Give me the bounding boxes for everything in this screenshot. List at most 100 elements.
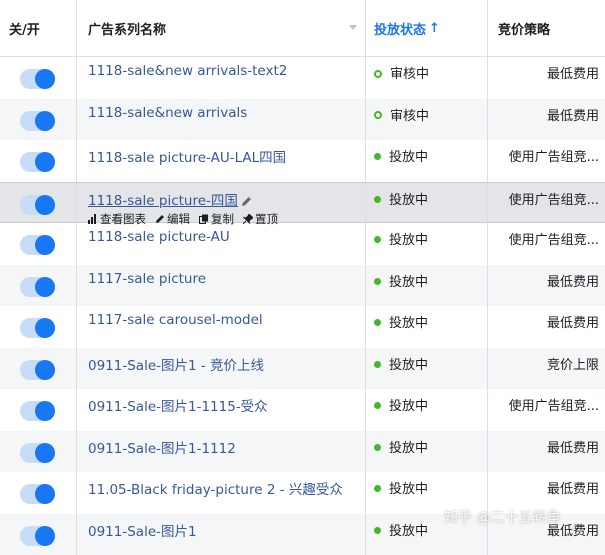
campaign-name-cell: 0911-Sale-图片1 - 竞价上线 [77,348,366,390]
bid-strategy-label: 最低费用 [547,441,599,456]
campaign-name-link[interactable]: 1118-sale&new arrivals-text2 [88,63,287,79]
campaign-name-link[interactable]: 1117-sale picture [88,271,206,287]
status-cell: 投放中 [366,223,488,265]
campaign-name-link[interactable]: 0911-Sale-图片1-1115-受众 [88,399,268,415]
bid-strategy-cell: 使用广告组竞... [488,223,605,265]
campaign-toggle[interactable] [20,69,55,89]
bid-strategy-label: 竞价上限 [547,358,599,373]
copy-icon [199,214,209,224]
campaign-name-link[interactable]: 1118-sale picture-AU-LAL四国 [88,150,286,166]
campaign-toggle[interactable] [20,360,55,380]
bid-strategy-cell: 最低费用 [488,265,605,307]
table-row[interactable]: 1118-sale picture-AU 投放中 使用广告组竞... [0,223,605,265]
toggle-cell [0,140,77,182]
toggle-knob [35,443,55,463]
status-label: 投放中 [389,441,428,456]
status-label: 投放中 [389,399,428,414]
bid-strategy-cell: 使用广告组竞... [488,140,605,182]
bid-strategy-label: 最低费用 [547,67,599,82]
status-cell: 投放中 [366,265,488,307]
campaign-toggle[interactable] [20,484,55,504]
in-review-status-icon [374,111,382,119]
bar-chart-icon [88,214,98,224]
campaign-toggle[interactable] [20,152,55,172]
table-row[interactable]: 0911-Sale-图片1 - 竞价上线 投放中 竞价上限 [0,348,605,390]
bid-strategy-label: 使用广告组竞... [509,193,599,208]
status-cell: 审核中 [366,99,488,141]
bid-strategy-label: 使用广告组竞... [509,150,599,165]
active-status-icon [374,196,381,203]
active-status-icon [374,361,381,368]
bid-strategy-label: 使用广告组竞... [509,233,599,248]
bid-strategy-label: 最低费用 [547,316,599,331]
campaign-name-link[interactable]: 1118-sale picture-AU [88,229,230,245]
column-header-status-label: 投放状态 [374,19,426,38]
active-status-icon [374,527,381,534]
active-status-icon [374,485,381,492]
active-status-icon [374,153,381,160]
campaign-toggle[interactable] [20,443,55,463]
toggle-cell [0,265,77,307]
column-header-status[interactable]: 投放状态 ↑ [366,0,488,56]
bid-strategy-label: 最低费用 [547,275,599,290]
campaign-name-link[interactable]: 11.05-Black friday-picture 2 - 兴趣受众 [88,482,343,498]
table-row[interactable]: 1118-sale picture-AU-LAL四国 投放中 使用广告组竞... [0,140,605,182]
column-header-name[interactable]: 广告系列名称 [77,0,366,56]
table-row[interactable]: 1117-sale carousel-model 投放中 最低费用 [0,306,605,348]
sort-dropdown-icon[interactable] [349,25,357,30]
table-row[interactable]: 1117-sale picture 投放中 最低费用 [0,265,605,307]
toggle-cell [0,183,77,223]
campaign-name-link[interactable]: 1117-sale carousel-model [88,312,263,328]
status-cell: 审核中 [366,57,488,99]
campaign-name-link[interactable]: 0911-Sale-图片1 - 竞价上线 [88,358,264,374]
campaign-toggle[interactable] [20,318,55,338]
active-status-icon [374,278,381,285]
table-row[interactable]: 1118-sale picture-四国 查看图表 编辑 复制 置顶 [0,182,605,224]
table-row[interactable]: 0911-Sale-图片1-1115-受众 投放中 使用广告组竞... [0,389,605,431]
toggle-cell [0,514,77,555]
campaign-toggle[interactable] [20,195,55,215]
bid-strategy-cell: 竞价上限 [488,348,605,390]
toggle-knob [35,360,55,380]
campaign-name-cell: 0911-Sale-图片1-1112 [77,431,366,473]
active-status-icon [374,402,381,409]
campaign-name-link[interactable]: 1118-sale picture-四国 [88,193,238,209]
campaign-name-cell: 1117-sale carousel-model [77,306,366,348]
campaign-name-link[interactable]: 1118-sale&new arrivals [88,105,247,121]
campaign-name-link[interactable]: 0911-Sale-图片1-1112 [88,441,236,457]
campaign-name-cell: 1118-sale&new arrivals-text2 [77,57,366,99]
status-label: 投放中 [389,482,428,497]
toggle-cell [0,306,77,348]
edit-name-icon[interactable] [241,196,252,207]
toggle-knob [35,195,55,215]
status-label: 投放中 [389,233,428,248]
status-label: 审核中 [390,109,429,124]
toggle-cell [0,472,77,514]
table-row[interactable]: 1118-sale&new arrivals-text2 审核中 最低费用 [0,57,605,99]
status-cell: 投放中 [366,389,488,431]
active-status-icon [374,444,381,451]
toggle-knob [35,484,55,504]
campaign-toggle[interactable] [20,111,55,131]
campaign-toggle[interactable] [20,401,55,421]
bid-strategy-label: 最低费用 [547,109,599,124]
campaign-toggle[interactable] [20,277,55,297]
active-status-icon [374,236,381,243]
campaign-name-cell: 1118-sale picture-AU [77,223,366,265]
status-cell: 投放中 [366,431,488,473]
campaign-toggle[interactable] [20,235,55,255]
table-row[interactable]: 0911-Sale-图片1-1112 投放中 最低费用 [0,431,605,473]
campaign-name-cell: 0911-Sale-图片1 [77,514,366,555]
campaign-name-link[interactable]: 0911-Sale-图片1 [88,524,197,540]
column-header-bid[interactable]: 竞价策略 [488,0,605,56]
table-row[interactable]: 1118-sale&new arrivals 审核中 最低费用 [0,99,605,141]
campaign-name-cell: 0911-Sale-图片1-1115-受众 [77,389,366,431]
status-label: 投放中 [389,524,428,539]
active-status-icon [374,319,381,326]
bid-strategy-cell: 最低费用 [488,99,605,141]
bid-strategy-cell: 使用广告组竞... [488,389,605,431]
toggle-knob [35,69,55,89]
sort-ascending-icon: ↑ [429,21,440,36]
toggle-cell [0,389,77,431]
status-cell: 投放中 [366,348,488,390]
